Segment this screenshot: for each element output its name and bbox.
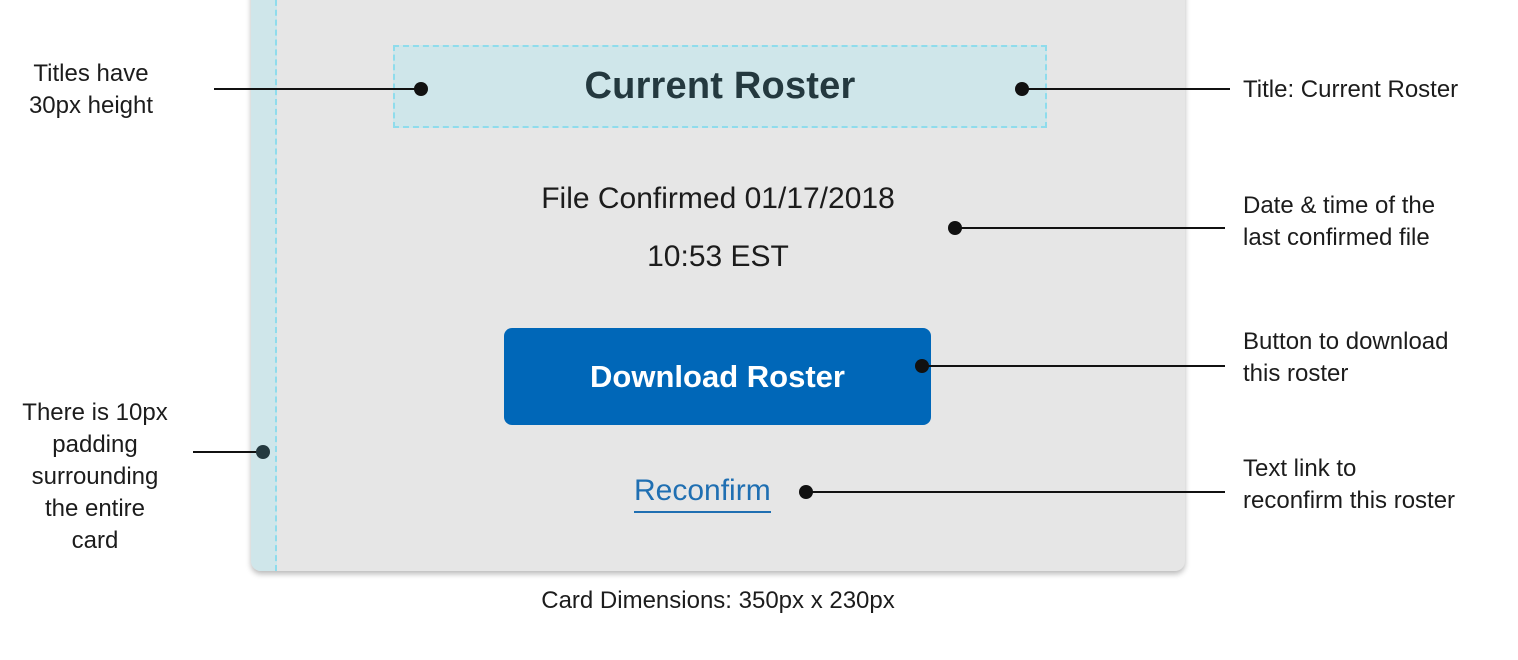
- leader-line-title-height: [214, 88, 421, 90]
- leader-dot-link: [799, 485, 813, 499]
- roster-card: Current Roster File Confirmed 01/17/2018…: [251, 0, 1185, 571]
- annotation-title-height-line1: Titles have: [33, 60, 149, 87]
- annotation-datetime: Date & time of the last confirmed file: [1243, 190, 1518, 254]
- leader-line-title-label: [1022, 88, 1230, 90]
- annotation-padding-line3: surrounding: [31, 463, 159, 490]
- annotation-padding-line2: padding: [52, 431, 138, 458]
- leader-line-datetime: [955, 227, 1225, 229]
- leader-line-padding: [193, 451, 263, 453]
- annotation-link-line1: Text link to: [1243, 455, 1357, 482]
- annotation-title-label: Title: Current Roster: [1243, 76, 1459, 103]
- leader-dot-padding: [256, 445, 270, 459]
- download-roster-button-label: Download Roster: [590, 358, 845, 394]
- leader-dot-button: [915, 359, 929, 373]
- leader-dot-datetime: [948, 221, 962, 235]
- reconfirm-link[interactable]: Reconfirm: [634, 473, 771, 513]
- annotation-padding-line1: There is 10px: [22, 399, 168, 426]
- annotation-button: Button to download this roster: [1243, 326, 1518, 390]
- annotation-card-dimensions: Card Dimensions: 350px x 230px: [541, 587, 895, 614]
- leader-dot-title-height: [414, 82, 428, 96]
- annotation-datetime-line1: Date & time of the: [1243, 192, 1436, 219]
- annotation-padding-line4: the entire: [44, 495, 146, 522]
- annotation-button-line2: this roster: [1243, 360, 1349, 387]
- annotation-link-line2: reconfirm this roster: [1243, 487, 1456, 514]
- annotation-link: Text link to reconfirm this roster: [1243, 453, 1518, 517]
- leader-line-button: [922, 365, 1225, 367]
- confirmed-time-text: 10:53 EST: [647, 240, 789, 273]
- padding-guide: [251, 0, 277, 571]
- annotation-padding-line5: card: [71, 527, 119, 554]
- leader-line-link: [806, 491, 1225, 493]
- annotation-padding: There is 10px padding surrounding the en…: [0, 397, 190, 557]
- title-guide-box: Current Roster: [393, 45, 1047, 128]
- file-confirmed-text: File Confirmed 01/17/2018: [541, 182, 895, 215]
- card-title: Current Roster: [584, 65, 856, 107]
- annotation-title-height: Titles have 30px height: [0, 58, 182, 122]
- annotation-title-height-line2: 30px height: [28, 92, 154, 119]
- leader-dot-title-label: [1015, 82, 1029, 96]
- annotation-button-line1: Button to download: [1243, 328, 1449, 355]
- download-roster-button[interactable]: Download Roster: [504, 328, 931, 425]
- annotation-datetime-line2: last confirmed file: [1243, 224, 1430, 251]
